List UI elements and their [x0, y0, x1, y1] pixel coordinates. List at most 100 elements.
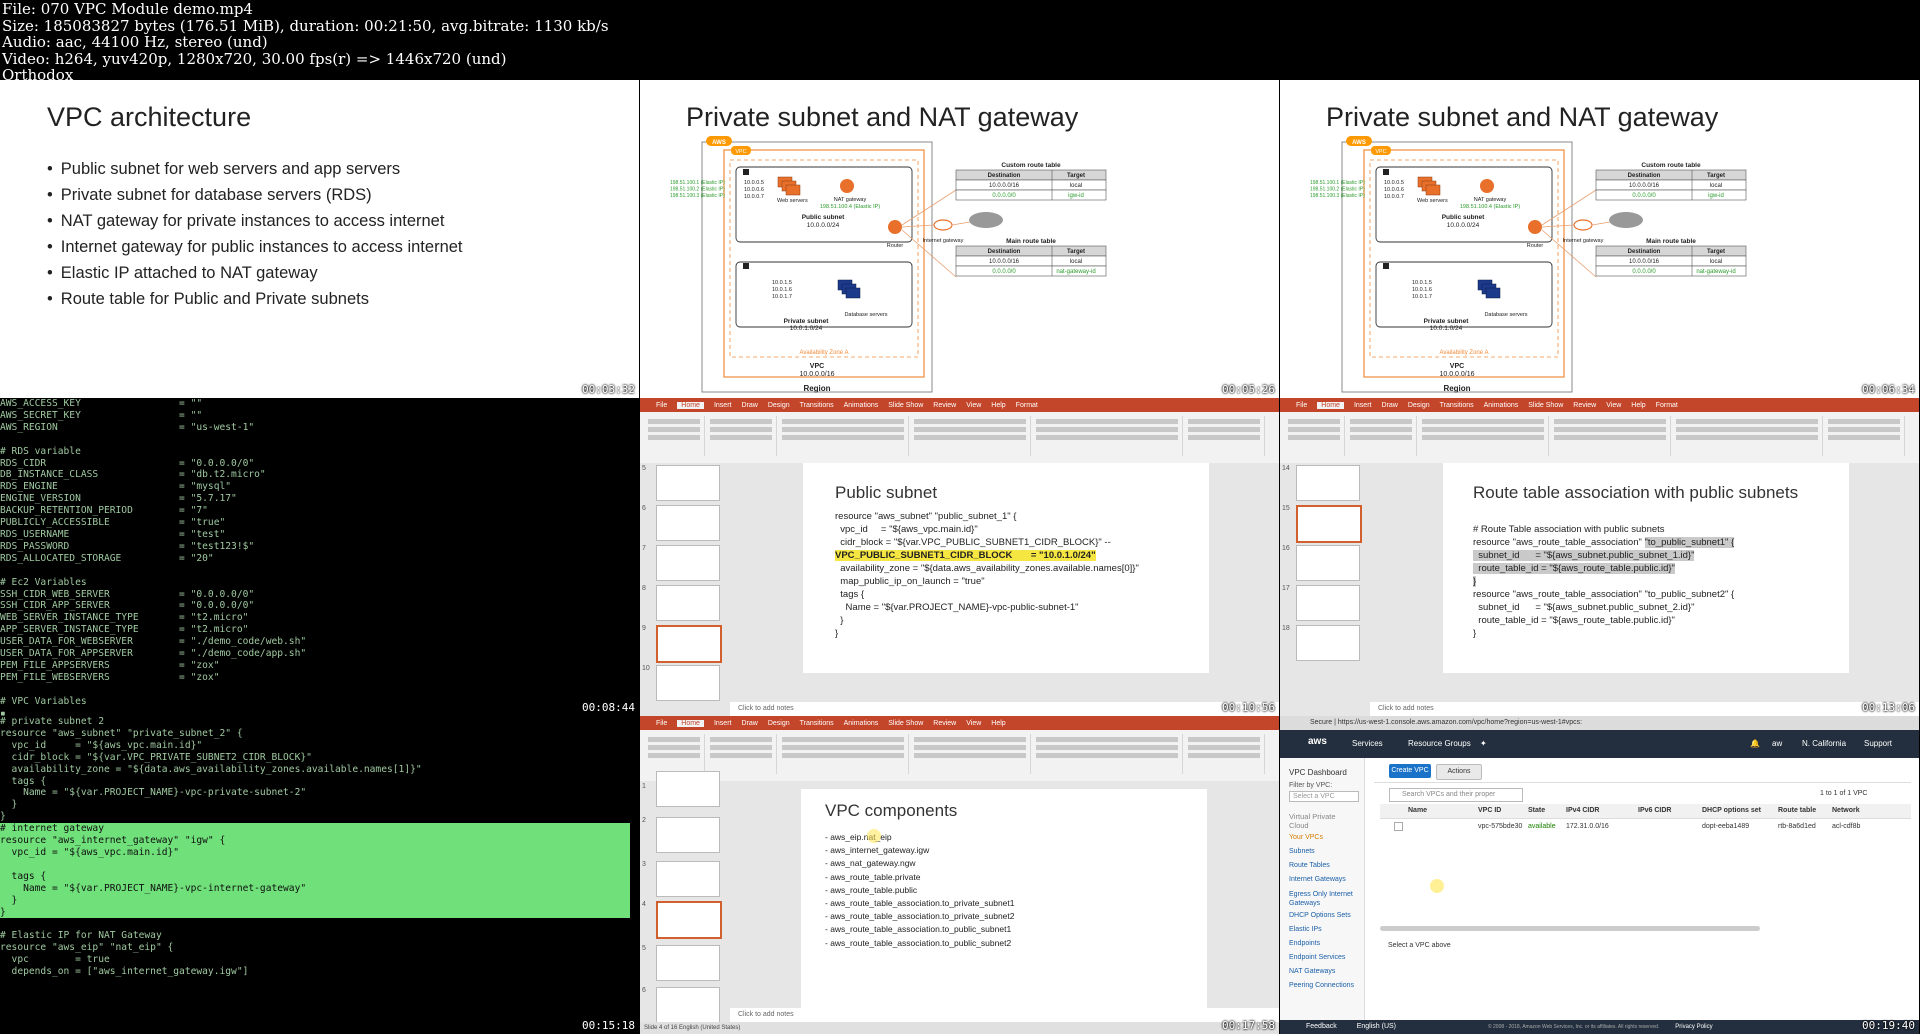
file-size: Size: 185083827 bytes (176.51 MiB), dura… [2, 16, 609, 35]
aws-badge-label: AWS [712, 140, 726, 146]
components-list: - aws_eip.nat_eip - aws_internet_gateway… [825, 832, 1015, 948]
pin-icon[interactable]: ✦ [1480, 739, 1487, 748]
vpc-label: VPC [810, 363, 824, 370]
timestamp: 00:08:44 [582, 701, 635, 714]
sidebar-item-nat-gateways[interactable]: NAT Gateways [1289, 968, 1335, 975]
elastic-ip-list: 198.51.100.1 (Elastic IP) [1310, 180, 1365, 186]
slide-canvas[interactable]: Route table association with public subn… [1443, 463, 1849, 673]
timestamp: 00:10:56 [1222, 701, 1275, 714]
slide-canvas[interactable]: VPC components - aws_eip.nat_eip - aws_i… [801, 789, 1207, 1021]
terminal-text: AWS_ACCESS_KEY = "" AWS_SECRET_KEY = "" … [0, 398, 307, 716]
sidebar-item-dhcp[interactable]: DHCP Options Sets [1289, 912, 1351, 919]
actions-button[interactable]: Actions [1436, 764, 1482, 780]
row-checkbox[interactable] [1394, 822, 1403, 831]
region-menu[interactable]: N. California [1802, 739, 1846, 748]
account-menu[interactable]: aw [1772, 739, 1782, 748]
main-route-table-cell: nat-gateway-id [1696, 269, 1735, 275]
create-vpc-button[interactable]: Create VPC [1389, 764, 1431, 778]
main-route-table-cell: local [1070, 259, 1082, 265]
language-link[interactable]: English (US) [1357, 1023, 1396, 1030]
sidebar-item-your-vpcs[interactable]: Your VPCs [1289, 834, 1323, 841]
thumbnail-slide-vpc-architecture: VPC architecture Public subnet for web s… [0, 80, 639, 398]
bullet-item: Internet gateway for public instances to… [47, 238, 463, 257]
vpc-dashboard-link[interactable]: VPC Dashboard [1289, 768, 1347, 777]
db-server-icon [1485, 287, 1501, 299]
thumbnail-ppt-vpc-components: File Home Insert Draw Design Transitions Anima… [640, 716, 1279, 1034]
web-server-icon [1425, 184, 1441, 196]
router-label: Router [887, 243, 904, 249]
vpc-filter-select[interactable]: Select a VPC [1289, 791, 1359, 802]
notes-pane[interactable]: Click to add notes [1370, 702, 1919, 716]
nat-gateway-icon [840, 179, 854, 193]
lock-icon [743, 263, 749, 269]
region-label: Region [803, 384, 830, 393]
table-row[interactable]: vpc-575bde30 available 172.31.0.0/16 dop… [1380, 820, 1911, 834]
custom-route-table-target-label: Target [1707, 173, 1725, 179]
sidebar-item-internet-gateways[interactable]: Internet Gateways [1289, 876, 1346, 883]
custom-route-table-cell: 0.0.0.0/0 [1632, 193, 1656, 199]
lock-icon [743, 169, 749, 175]
timestamp: 00:19:40 [1862, 1019, 1915, 1032]
slide-canvas[interactable]: Public subnet resource "aws_subnet" "pub… [803, 463, 1209, 673]
vpc-badge-label: VPC [735, 149, 746, 155]
sidebar-item-elastic-ips[interactable]: Elastic IPs [1289, 926, 1322, 933]
bell-icon[interactable]: 🔔 [1750, 739, 1760, 748]
timestamp: 00:15:18 [582, 1019, 635, 1032]
thumbnail-ppt-public-subnet: File Home Insert Draw Design Transitions Anima… [640, 398, 1279, 716]
public-subnet-label: Public subnet [802, 214, 845, 221]
feedback-link[interactable]: Feedback [1306, 1023, 1337, 1030]
internet-gateway-icon [933, 219, 953, 231]
router-label: Router [1527, 243, 1544, 249]
sidebar-item-subnets[interactable]: Subnets [1289, 848, 1315, 855]
copyright: © 2008 - 2018, Amazon Web Services, Inc.… [1487, 1024, 1660, 1030]
search-input[interactable]: Search VPCs and their proper [1389, 788, 1523, 802]
support-menu[interactable]: Support [1864, 739, 1892, 748]
thumbnail-slide-nat-gateway: Private subnet and NAT gateway Region AWS… [640, 80, 1279, 398]
horizontal-scrollbar[interactable] [1380, 926, 1760, 931]
sidebar-item-endpoint-services[interactable]: Endpoint Services [1289, 954, 1345, 961]
slide-title: Public subnet [835, 483, 938, 502]
thumbnail-slide-nat-gateway-2: Private subnet and NAT gateway Region AWS… [1280, 80, 1919, 398]
aws-logo[interactable]: aws [1308, 736, 1327, 747]
privacy-link[interactable]: Privacy Policy [1675, 1024, 1712, 1030]
ribbon [640, 730, 1279, 782]
vpc-table-header: Name VPC ID State IPv4 CIDR IPv6 CIDR DH… [1380, 804, 1911, 819]
vpc-diagram: RegionAWSVPCVPC10.0.0.0/16Availability Z… [670, 136, 1107, 393]
internet-cloud-icon [1609, 212, 1643, 228]
detail-hint: Select a VPC above [1388, 942, 1451, 949]
connector-line [1591, 221, 1611, 226]
main-route-table-row [1595, 255, 1747, 267]
bullet-item: NAT gateway for private instances to acc… [47, 212, 463, 231]
sidebar-item-peering[interactable]: Peering Connections [1289, 982, 1354, 989]
slide-thumbnails: 5 6 7 8 9 10 [640, 463, 730, 704]
highlighted-code: # internet gateway resource "aws_interne… [0, 823, 630, 919]
nat-ip-label: 198.51.100.4 (Elastic IP) [1460, 204, 1520, 210]
bullet-item: Private subnet for database servers (RDS… [47, 186, 463, 205]
custom-route-table-title: Custom route table [1641, 162, 1701, 169]
public-ip-list: 10.0.0.6 [1384, 187, 1404, 193]
private-ip-list: 10.0.1.6 [1412, 287, 1432, 293]
custom-route-table-cell: local [1710, 183, 1722, 189]
notes-pane[interactable]: Click to add notes [730, 1008, 1279, 1022]
status-bar: Slide 4 of 16 English (United States) [640, 1022, 1279, 1034]
public-subnet-cidr: 10.0.0.0/24 [1447, 222, 1480, 229]
sidebar-item-endpoints[interactable]: Endpoints [1289, 940, 1320, 947]
resource-groups-menu[interactable]: Resource Groups [1408, 739, 1471, 748]
address-bar[interactable]: Secure | https://us-west-1.console.aws.a… [1280, 716, 1919, 730]
main-route-table-cell: local [1710, 259, 1722, 265]
aws-footer: Feedback English (US) © 2008 - 2018, Ama… [1280, 1020, 1919, 1034]
sidebar-item-route-tables[interactable]: Route Tables [1289, 862, 1330, 869]
vpc-label: VPC [1450, 363, 1464, 370]
pagination-count: 1 to 1 of 1 VPC [1820, 790, 1868, 797]
connector-line [901, 189, 957, 226]
az-label: Availability Zone A [1440, 350, 1489, 356]
router-icon [888, 220, 902, 234]
private-ip-list: 10.0.1.7 [1412, 294, 1432, 300]
internet-gateway-icon [1573, 219, 1593, 231]
services-menu[interactable]: Services [1352, 739, 1383, 748]
custom-route-table-cell: igw-id [1068, 193, 1084, 199]
ribbon-tabs: File Home Insert Draw Design Transitions Anima… [640, 716, 1279, 730]
db-servers-label: Database servers [844, 312, 887, 318]
sidebar-item-egress-gateways[interactable]: Egress Only Internet Gateways [1289, 890, 1357, 908]
notes-pane[interactable]: Click to add notes [730, 702, 1279, 716]
